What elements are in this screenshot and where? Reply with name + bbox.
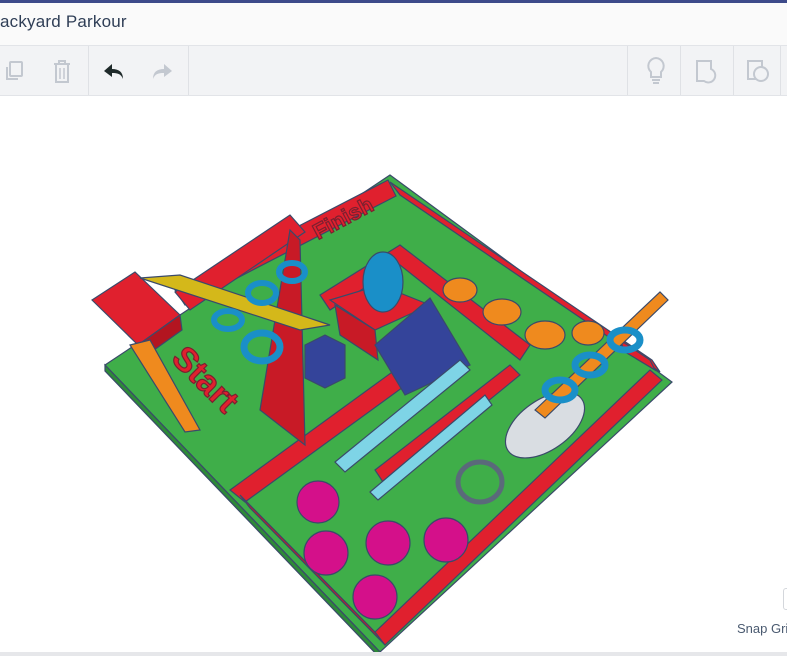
bottom-bar [0,652,787,656]
delete-button[interactable] [44,46,80,95]
backyard-parkour-model[interactable]: Start Finish [0,96,787,652]
snap-grid-label: Snap Gri [737,621,787,636]
undo-icon [104,63,123,79]
design-title[interactable]: ackyard Parkour [0,12,127,32]
magenta-ball [423,517,469,563]
redo-button[interactable] [146,46,178,95]
undo-button[interactable] [98,46,130,95]
snap-grid-select[interactable] [783,588,787,610]
shape-outline-icon [747,59,769,82]
toolbar-divider [627,46,628,95]
hexagon-prism [304,334,346,389]
magenta-ball [365,520,411,566]
show-all-button[interactable] [740,46,776,95]
magenta-ball [296,480,340,524]
notes-button[interactable] [638,46,674,95]
shape-icon [696,59,717,83]
magenta-ball [303,530,349,576]
workplane-viewport[interactable]: Start Finish [0,96,787,652]
blue-egg [362,251,404,313]
orange-cylinder [571,320,605,346]
toolbar-divider [733,46,734,95]
lightbulb-icon [647,56,665,84]
toolbar-divider [88,46,89,95]
title-bar: ackyard Parkour [0,3,787,46]
copy-icon [6,60,23,80]
magenta-ball [352,574,398,620]
orange-cylinder [524,320,566,350]
orange-cylinder [442,277,478,303]
toolbar-divider [780,46,781,95]
trash-icon [54,59,70,83]
toolbar-divider [188,46,189,95]
copy-button[interactable] [0,46,30,95]
toolbar [0,46,787,96]
orange-cylinder [482,298,522,326]
toolbar-divider [680,46,681,95]
redo-icon [153,63,172,79]
show-hidden-button[interactable] [688,46,726,95]
